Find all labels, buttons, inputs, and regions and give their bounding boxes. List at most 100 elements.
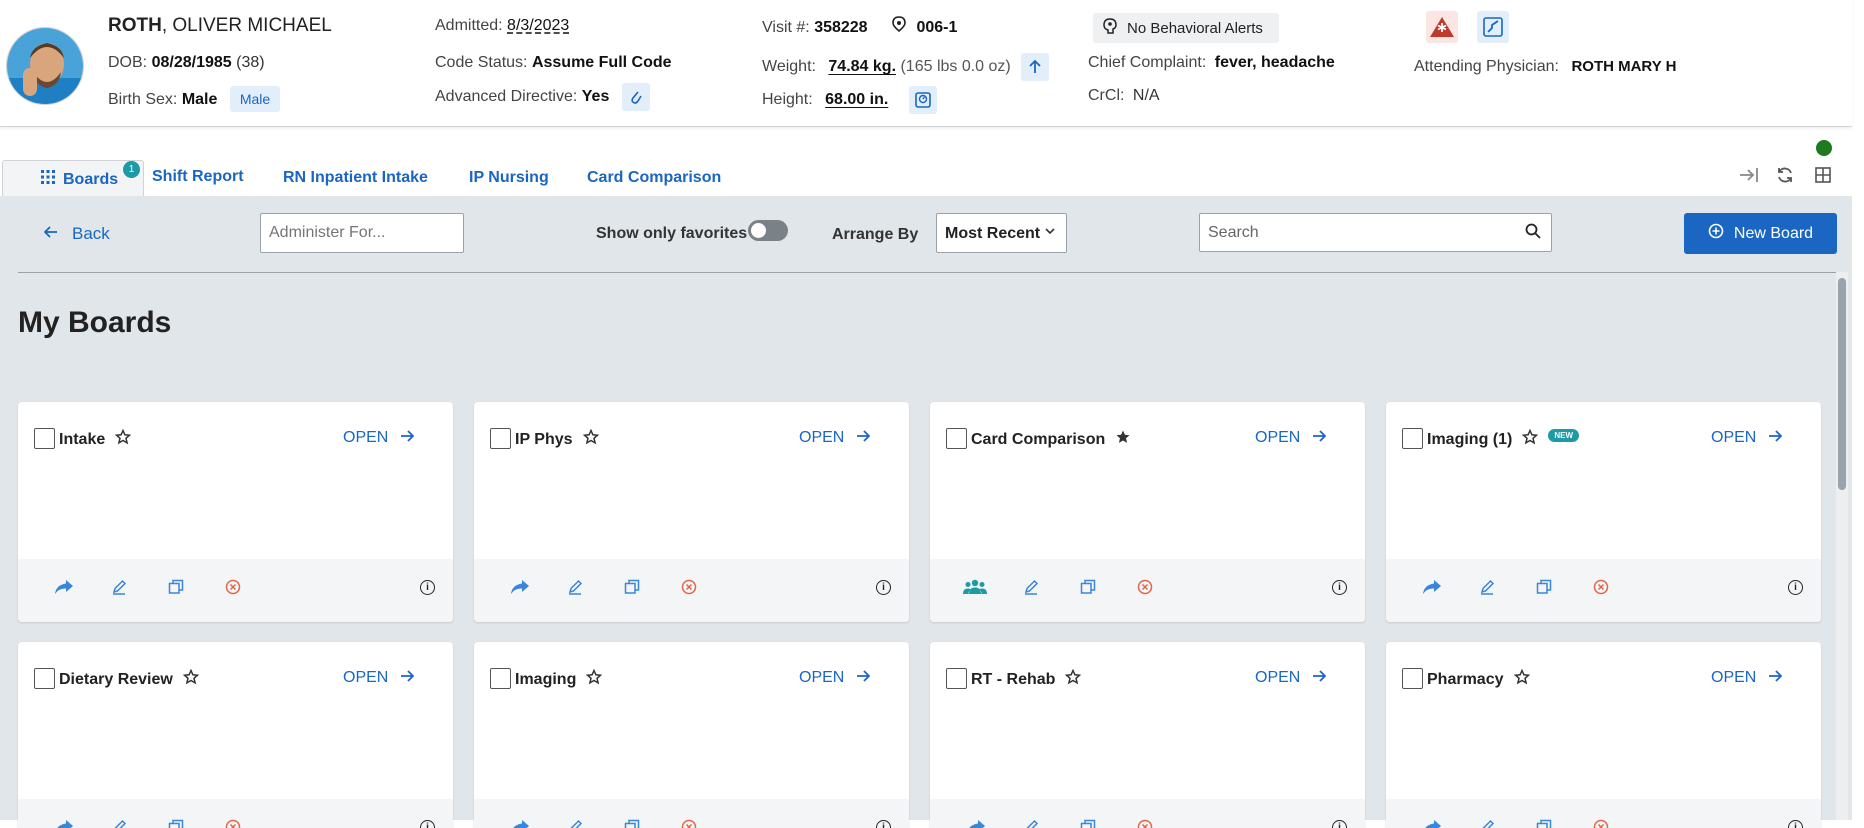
share-icon[interactable] bbox=[510, 819, 530, 828]
search-field[interactable]: Search bbox=[1199, 213, 1552, 252]
scroll-thumb[interactable] bbox=[1838, 278, 1846, 490]
board-checkbox[interactable] bbox=[490, 428, 511, 449]
open-board-link[interactable]: OPEN bbox=[1711, 669, 1783, 688]
info-icon[interactable]: i bbox=[1788, 580, 1803, 595]
delete-circle-icon[interactable] bbox=[681, 579, 697, 600]
share-icon[interactable] bbox=[54, 819, 74, 828]
physician-label: Attending Physician: bbox=[1414, 58, 1559, 75]
pencil-icon[interactable] bbox=[567, 819, 583, 828]
share-icon[interactable] bbox=[1422, 579, 1442, 600]
open-board-link[interactable]: OPEN bbox=[1255, 429, 1327, 448]
board-checkbox[interactable] bbox=[946, 668, 967, 689]
copy-icon[interactable] bbox=[168, 819, 184, 828]
star-filled-icon[interactable] bbox=[1115, 429, 1131, 450]
star-icon[interactable] bbox=[1522, 428, 1539, 450]
admitted-value[interactable]: 8/3/2023 bbox=[507, 17, 569, 34]
share-icon[interactable] bbox=[510, 579, 530, 600]
open-board-link[interactable]: OPEN bbox=[799, 669, 871, 688]
pencil-icon[interactable] bbox=[1479, 579, 1495, 600]
collapse-right-icon[interactable] bbox=[1738, 166, 1760, 190]
tab-card-comparison[interactable]: Card Comparison bbox=[587, 169, 721, 187]
tab-boards[interactable]: Boards 1 bbox=[2, 160, 144, 198]
open-board-link[interactable]: OPEN bbox=[343, 429, 415, 448]
pencil-icon[interactable] bbox=[1023, 819, 1039, 828]
copy-icon[interactable] bbox=[624, 819, 640, 828]
refresh-icon[interactable] bbox=[1776, 166, 1794, 190]
board-checkbox[interactable] bbox=[490, 668, 511, 689]
board-card: Imaging (1) NEW OPEN i bbox=[1386, 402, 1821, 622]
users-icon[interactable] bbox=[963, 579, 987, 600]
info-icon[interactable]: i bbox=[1332, 580, 1347, 595]
favorites-toggle[interactable] bbox=[748, 220, 788, 241]
open-board-link[interactable]: OPEN bbox=[799, 429, 871, 448]
pencil-icon[interactable] bbox=[111, 819, 127, 828]
pencil-icon[interactable] bbox=[1479, 819, 1495, 828]
delete-circle-icon[interactable] bbox=[1137, 579, 1153, 600]
crcl-label: CrCl: bbox=[1088, 87, 1125, 104]
star-icon[interactable] bbox=[1513, 668, 1530, 690]
share-icon[interactable] bbox=[1422, 819, 1442, 828]
tab-rn-inpatient-intake[interactable]: RN Inpatient Intake bbox=[283, 169, 428, 187]
open-board-link[interactable]: OPEN bbox=[1255, 669, 1327, 688]
delete-circle-icon[interactable] bbox=[1137, 819, 1153, 828]
share-icon[interactable] bbox=[966, 819, 986, 828]
delete-circle-icon[interactable] bbox=[1593, 579, 1609, 600]
administer-for-input[interactable] bbox=[260, 213, 464, 253]
tab-ip-nursing[interactable]: IP Nursing bbox=[469, 169, 549, 187]
copy-icon[interactable] bbox=[1080, 579, 1096, 600]
board-checkbox[interactable] bbox=[946, 428, 967, 449]
tab-shift-report[interactable]: Shift Report bbox=[152, 168, 244, 186]
page-title: My Boards bbox=[18, 306, 172, 339]
copy-icon[interactable] bbox=[168, 579, 184, 600]
scrollbar[interactable] bbox=[1836, 272, 1848, 820]
arrow-up-icon[interactable] bbox=[1021, 53, 1050, 81]
board-card-header: Imaging (1) NEW OPEN bbox=[1386, 402, 1821, 559]
star-icon[interactable] bbox=[586, 668, 603, 690]
height-value[interactable]: 68.00 in. bbox=[825, 91, 888, 108]
open-board-link[interactable]: OPEN bbox=[343, 669, 415, 688]
copy-icon[interactable] bbox=[1536, 819, 1552, 828]
back-link[interactable]: Back bbox=[43, 224, 110, 244]
info-icon[interactable]: i bbox=[1332, 820, 1347, 828]
share-icon[interactable] bbox=[54, 579, 74, 600]
star-icon[interactable] bbox=[1065, 668, 1082, 690]
layout-icon[interactable] bbox=[1814, 166, 1832, 190]
weight-value[interactable]: 74.84 kg. bbox=[828, 58, 896, 75]
arrow-right-icon bbox=[1312, 429, 1327, 448]
delete-circle-icon[interactable] bbox=[681, 819, 697, 828]
pencil-icon[interactable] bbox=[567, 579, 583, 600]
behavioral-alerts[interactable]: No Behavioral Alerts bbox=[1093, 13, 1279, 43]
info-icon[interactable]: i bbox=[876, 580, 891, 595]
board-checkbox[interactable] bbox=[34, 668, 55, 689]
copy-icon[interactable] bbox=[1536, 579, 1552, 600]
allergy-alert-icon[interactable] bbox=[1426, 11, 1458, 43]
delete-circle-icon[interactable] bbox=[1593, 819, 1609, 828]
arrange-by-select[interactable]: Most Recent bbox=[936, 213, 1067, 253]
head-alert-icon bbox=[1103, 18, 1117, 38]
delete-circle-icon[interactable] bbox=[225, 579, 241, 600]
board-title-row: RT - Rehab bbox=[971, 668, 1082, 690]
info-icon[interactable]: i bbox=[420, 820, 435, 828]
open-board-link[interactable]: OPEN bbox=[1711, 429, 1783, 448]
new-board-button[interactable]: New Board bbox=[1684, 213, 1837, 254]
arrange-by-label: Arrange By bbox=[832, 226, 919, 243]
board-checkbox[interactable] bbox=[1402, 668, 1423, 689]
star-icon[interactable] bbox=[182, 668, 200, 690]
pencil-icon[interactable] bbox=[111, 579, 127, 600]
admitted-label: Admitted: bbox=[435, 17, 503, 34]
star-icon[interactable] bbox=[582, 428, 599, 450]
info-icon[interactable]: i bbox=[420, 580, 435, 595]
pencil-icon[interactable] bbox=[1023, 579, 1039, 600]
board-checkbox[interactable] bbox=[1402, 428, 1423, 449]
search-icon[interactable] bbox=[1525, 223, 1541, 244]
attachment-icon[interactable] bbox=[621, 83, 650, 111]
star-icon[interactable] bbox=[114, 428, 132, 450]
growth-chart-icon[interactable] bbox=[1477, 11, 1509, 43]
copy-icon[interactable] bbox=[624, 579, 640, 600]
info-icon[interactable]: i bbox=[876, 820, 891, 828]
copy-icon[interactable] bbox=[1080, 819, 1096, 828]
board-checkbox[interactable] bbox=[34, 428, 55, 449]
delete-circle-icon[interactable] bbox=[225, 819, 241, 828]
scale-icon[interactable] bbox=[908, 86, 937, 114]
info-icon[interactable]: i bbox=[1788, 820, 1803, 828]
